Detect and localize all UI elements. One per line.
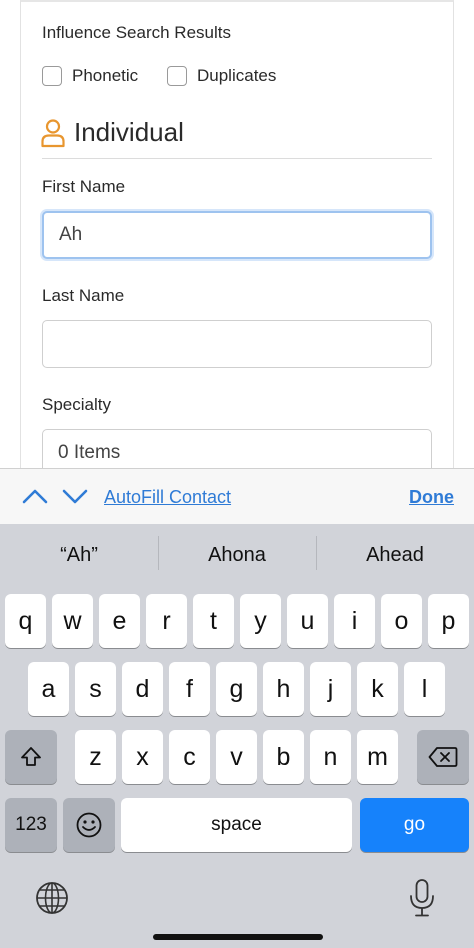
suggestion-bar: “Ah” Ahona Ahead [0,524,474,586]
key-i[interactable]: i [334,594,375,648]
key-c[interactable]: c [169,730,210,784]
key-q[interactable]: q [5,594,46,648]
first-name-input[interactable]: Ah [42,211,432,259]
key-j[interactable]: j [310,662,351,716]
key-m[interactable]: m [357,730,398,784]
key-z[interactable]: z [75,730,116,784]
phonetic-label: Phonetic [72,66,139,85]
section-divider [42,158,432,159]
phonetic-checkbox[interactable] [42,66,62,86]
form-area: Influence Search Results Phonetic Duplic… [0,0,474,468]
keyboard-accessory-bar: AutoFill Contact Done [0,468,474,524]
key-x[interactable]: x [122,730,163,784]
go-key[interactable]: go [360,798,469,852]
key-f[interactable]: f [169,662,210,716]
suggestion-3[interactable]: Ahead [316,544,474,567]
space-key[interactable]: space [121,798,352,852]
key-t[interactable]: t [193,594,234,648]
keyboard: “Ah” Ahona Ahead q w e r t y u i o p a s… [0,524,474,948]
key-l[interactable]: l [404,662,445,716]
duplicates-checkbox[interactable] [167,66,187,86]
globe-icon[interactable] [34,880,70,916]
chevron-up-icon[interactable] [22,485,48,507]
key-v[interactable]: v [216,730,257,784]
first-name-label: First Name [42,177,126,196]
key-b[interactable]: b [263,730,304,784]
shift-icon [21,747,41,766]
key-d[interactable]: d [122,662,163,716]
duplicates-label: Duplicates [197,66,277,85]
key-h[interactable]: h [263,662,304,716]
shift-key[interactable] [5,730,57,784]
key-w[interactable]: w [52,594,93,648]
duplicates-checkbox-row[interactable]: Duplicates [167,66,276,86]
suggestion-1[interactable]: “Ah” [0,544,158,567]
key-n[interactable]: n [310,730,351,784]
autofill-contact-button[interactable]: AutoFill Contact [104,487,231,508]
key-y[interactable]: y [240,594,281,648]
key-a[interactable]: a [28,662,69,716]
home-indicator[interactable] [153,934,323,940]
influence-search-label: Influence Search Results [42,23,231,42]
key-u[interactable]: u [287,594,328,648]
specialty-label: Specialty [42,395,111,414]
specialty-input[interactable]: 0 Items [42,429,432,468]
done-button[interactable]: Done [409,487,454,508]
microphone-icon[interactable] [408,878,436,918]
person-icon [41,118,65,147]
key-g[interactable]: g [216,662,257,716]
key-e[interactable]: e [99,594,140,648]
individual-section-header: Individual [40,117,184,148]
last-name-label: Last Name [42,286,125,305]
key-p[interactable]: p [428,594,469,648]
numbers-key[interactable]: 123 [5,798,57,852]
backspace-icon [428,747,458,767]
phonetic-checkbox-row[interactable]: Phonetic [42,66,138,86]
key-r[interactable]: r [146,594,187,648]
suggestion-2[interactable]: Ahona [158,544,316,567]
backspace-key[interactable] [417,730,469,784]
emoji-icon [76,812,102,838]
last-name-input[interactable] [42,320,432,368]
key-s[interactable]: s [75,662,116,716]
section-title: Individual [74,117,184,147]
key-o[interactable]: o [381,594,422,648]
key-k[interactable]: k [357,662,398,716]
chevron-down-icon[interactable] [62,485,88,507]
emoji-key[interactable] [63,798,115,852]
